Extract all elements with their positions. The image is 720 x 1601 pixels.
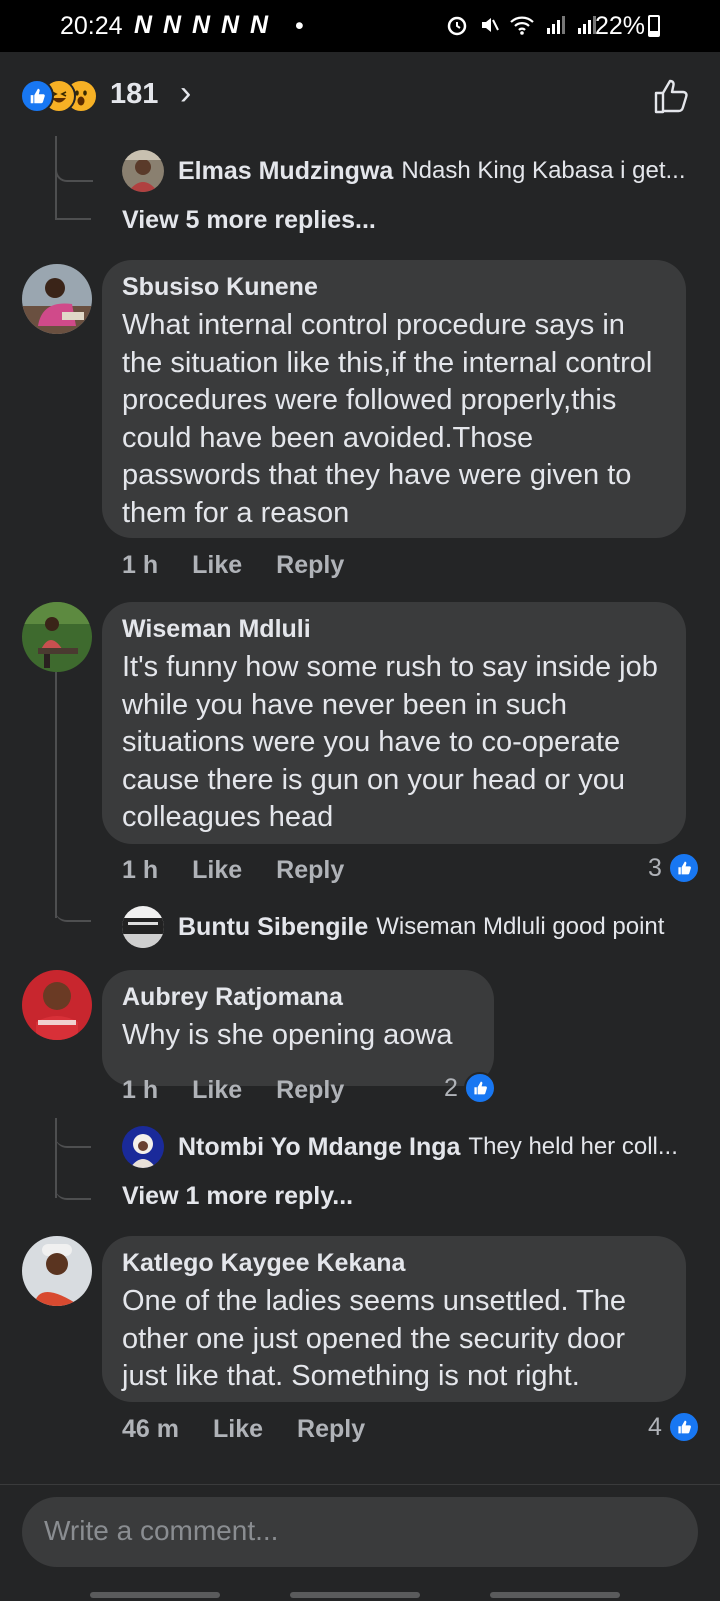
status-time: 20:24	[60, 12, 123, 40]
reply-button[interactable]: Reply	[276, 551, 344, 579]
comment-bubble[interactable]: Katlego Kaygee Kekana One of the ladies …	[102, 1236, 686, 1402]
status-bar: 20:24 N N N N N • 22%	[0, 0, 720, 52]
reactions-header: 181 ›	[0, 52, 720, 136]
mute-icon	[481, 17, 499, 32]
like-outline-icon[interactable]	[652, 76, 692, 116]
like-button[interactable]: Like	[192, 551, 242, 579]
comment-text: What internal control procedure says in …	[122, 309, 653, 529]
comment-bubble[interactable]: Sbusiso Kunene What internal control pro…	[102, 260, 686, 538]
comment-bubble[interactable]: Aubrey Ratjomana Why is she opening aowa	[102, 970, 494, 1086]
avatar[interactable]	[122, 1126, 164, 1168]
comment-text: Why is she opening aowa	[122, 1019, 453, 1051]
wifi-icon	[510, 16, 534, 35]
reaction-count-text: 3	[648, 853, 662, 882]
comment-reaction-count[interactable]: 3	[648, 852, 700, 884]
comment-reaction-count[interactable]: 4	[648, 1411, 700, 1443]
comment-composer: Write a comment...	[0, 1484, 720, 1601]
comment-actions: 1 h Like Reply	[122, 1076, 378, 1105]
like-button[interactable]: Like	[192, 856, 242, 884]
comment-actions: 1 h Like Reply	[122, 551, 378, 580]
reply-text: Ndash King Kabasa i get...	[401, 157, 686, 184]
reply-text: Wiseman Mdluli good point	[376, 913, 665, 940]
avatar[interactable]	[22, 264, 92, 334]
comment-reaction-count[interactable]: 2	[444, 1072, 496, 1104]
thread-connector	[55, 876, 91, 922]
comment-time: 1 h	[122, 1076, 159, 1104]
nav-pill[interactable]	[90, 1592, 220, 1598]
avatar[interactable]	[122, 906, 164, 948]
comment-text: One of the ladies seems unsettled. The o…	[122, 1285, 627, 1392]
comment-input[interactable]: Write a comment...	[22, 1497, 698, 1567]
reply-author-name[interactable]: Elmas Mudzingwa	[178, 157, 393, 186]
reply-author-name[interactable]: Buntu Sibengile	[178, 913, 368, 942]
reply-button[interactable]: Reply	[276, 856, 344, 884]
notification-dot: •	[295, 12, 304, 40]
comment-actions: 1 h Like Reply	[122, 856, 378, 885]
chevron-right-icon[interactable]: ›	[180, 74, 191, 113]
notification-icons: N N N N N	[134, 11, 271, 39]
alarm-icon	[447, 16, 467, 35]
comment-input-placeholder: Write a comment...	[44, 1515, 279, 1546]
like-reaction-icon	[667, 1411, 700, 1443]
comment-time: 1 h	[122, 551, 159, 579]
thread-connector	[55, 1160, 91, 1200]
avatar[interactable]	[22, 970, 92, 1040]
avatar[interactable]	[22, 602, 92, 672]
avatar[interactable]	[22, 1236, 92, 1306]
nav-pill[interactable]	[490, 1592, 620, 1598]
reply-button[interactable]: Reply	[297, 1415, 365, 1443]
comment-time: 46 m	[122, 1415, 179, 1443]
comment-author-name[interactable]: Wiseman Mdluli	[122, 614, 666, 644]
reply-text: They held her coll...	[468, 1133, 678, 1160]
comment-author-name[interactable]: Aubrey Ratjomana	[122, 982, 474, 1012]
like-button[interactable]: Like	[192, 1076, 242, 1104]
comment-author-name[interactable]: Katlego Kaygee Kekana	[122, 1248, 666, 1278]
reply-button[interactable]: Reply	[276, 1076, 344, 1104]
reply-preview[interactable]: Elmas Mudzingwa Ndash King Kabasa i get.…	[122, 150, 702, 192]
system-icons	[446, 13, 598, 36]
signal-icon-1	[546, 15, 565, 34]
view-more-replies-link[interactable]: View 5 more replies...	[122, 206, 376, 235]
reply-preview[interactable]: Buntu Sibengile Wiseman Mdluli good poin…	[122, 906, 702, 948]
like-reaction-icon	[667, 852, 700, 884]
comment-time: 1 h	[122, 856, 159, 884]
nav-pill[interactable]	[290, 1592, 420, 1598]
reaction-count-text: 4	[648, 1412, 662, 1441]
view-more-replies-link[interactable]: View 1 more reply...	[122, 1182, 353, 1211]
system-nav-bar	[0, 1592, 720, 1600]
comment-bubble[interactable]: Wiseman Mdluli It's funny how some rush …	[102, 602, 686, 844]
battery-icon	[648, 15, 660, 37]
reaction-count[interactable]: 181	[110, 78, 158, 111]
thread-line	[55, 136, 57, 218]
comment-actions: 46 m Like Reply	[122, 1415, 399, 1444]
like-button[interactable]: Like	[213, 1415, 263, 1443]
like-reaction-icon	[463, 1072, 496, 1104]
avatar[interactable]	[122, 150, 164, 192]
battery-percent: 22%	[595, 12, 646, 40]
like-reaction-icon	[20, 79, 54, 113]
thread-connector	[55, 176, 91, 220]
comment-text: It's funny how some rush to say inside j…	[122, 651, 658, 833]
thread-connector	[55, 1110, 91, 1148]
reply-preview[interactable]: Ntombi Yo Mdange Inga They held her coll…	[122, 1126, 702, 1168]
reply-author-name[interactable]: Ntombi Yo Mdange Inga	[178, 1133, 460, 1162]
reaction-count-text: 2	[444, 1073, 458, 1102]
comment-author-name[interactable]: Sbusiso Kunene	[122, 272, 666, 302]
